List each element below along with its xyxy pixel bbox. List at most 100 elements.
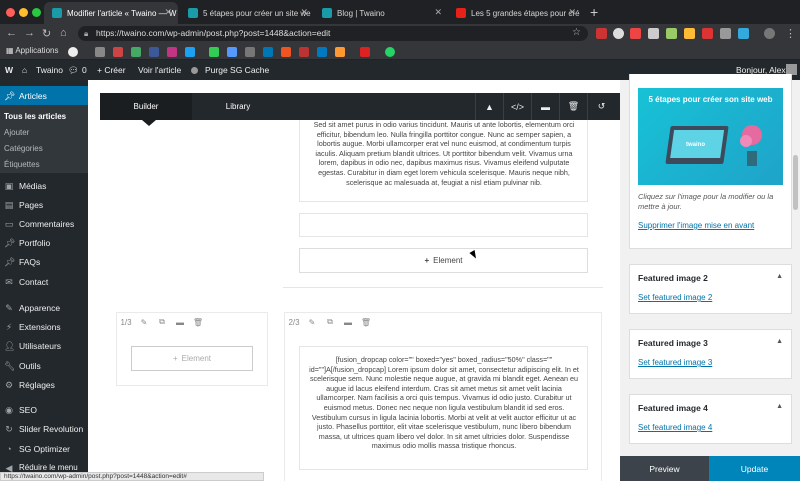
panel-title[interactable]: Featured image 4 [638, 403, 708, 413]
wordpress-logo-icon[interactable]: W [5, 65, 13, 75]
collapse-arrow-icon[interactable]: ▲ [776, 403, 783, 410]
update-button[interactable]: Update [709, 456, 800, 481]
clone-column-icon[interactable]: ⧉ [321, 317, 339, 327]
submenu-tags[interactable]: Étiquettes [4, 160, 40, 169]
trash-icon[interactable]: 🗑︎ [559, 93, 587, 120]
close-tab-icon[interactable]: ✕ [300, 7, 308, 18]
menu-contact[interactable]: ✉ Contact [0, 272, 88, 291]
submenu-all-posts[interactable]: Tous les articles [4, 112, 66, 121]
bookmark-icon[interactable] [245, 47, 255, 57]
bookmark-star-icon[interactable]: ☆ [572, 27, 581, 38]
menu-settings[interactable]: ⚙ Réglages [0, 375, 88, 394]
set-featured-image-3-link[interactable]: Set featured image 3 [638, 358, 712, 367]
panel-title[interactable]: Featured image 3 [638, 338, 708, 348]
clone-column-icon[interactable]: ⧉ [153, 317, 171, 327]
text-element-box[interactable]: Sed sit amet purus in odio varius tincid… [299, 120, 588, 202]
extension-icon[interactable] [702, 28, 713, 39]
home-icon[interactable]: ⌂ [60, 27, 67, 39]
menu-users[interactable]: 👤︎ Utilisateurs [0, 336, 88, 355]
close-tab-icon[interactable]: ✕ [434, 7, 442, 18]
minimize-window-icon[interactable] [19, 8, 28, 17]
menu-seo[interactable]: ◉ SEO [0, 400, 88, 419]
save-column-icon[interactable]: ▬ [171, 318, 189, 327]
page-scrollbar[interactable] [793, 155, 798, 210]
menu-articles[interactable]: 📌︎ Articles [0, 86, 88, 105]
url-bar[interactable]: 🔒︎ https://twaino.com/wp-admin/post.php?… [78, 26, 588, 41]
collapse-up-icon[interactable]: ▲ [475, 93, 503, 120]
remove-featured-image-link[interactable]: Supprimer l'image mise en avant [638, 221, 754, 230]
column-size-label[interactable]: 1/3 [117, 318, 135, 327]
back-icon[interactable]: ← [6, 27, 17, 39]
menu-pages[interactable]: ▤ Pages [0, 195, 88, 214]
empty-element-box[interactable] [299, 213, 588, 237]
bookmark-icon[interactable] [299, 47, 309, 57]
bookmark-icon[interactable] [227, 47, 237, 57]
instagram-bookmark-icon[interactable] [167, 47, 177, 57]
trello-bookmark-icon[interactable] [317, 47, 327, 57]
twitter-bookmark-icon[interactable] [185, 47, 195, 57]
whatsapp-bookmark-icon[interactable] [385, 47, 395, 57]
menu-comments[interactable]: ▭ Commentaires [0, 214, 88, 233]
dropcap-text-element[interactable]: [fusion_dropcap color="" boxed="yes" box… [299, 346, 588, 470]
menu-appearance[interactable]: ✎ Apparence [0, 298, 88, 317]
menu-kebab-icon[interactable]: ⋮ [785, 27, 796, 40]
browser-tab-4[interactable]: Les 5 grandes étapes pour cré ✕ [448, 2, 582, 24]
bookmark-icon[interactable] [335, 47, 345, 57]
history-icon[interactable]: ↺ [587, 93, 615, 120]
extension-icon[interactable] [738, 28, 749, 39]
tab-library[interactable]: Library [192, 93, 284, 120]
extension-icon[interactable] [613, 28, 624, 39]
reload-icon[interactable]: ↻ [42, 27, 51, 40]
linkedin-bookmark-icon[interactable] [263, 47, 273, 57]
new-tab-button[interactable]: + [590, 4, 598, 20]
menu-plugins[interactable]: ⚡ Extensions [0, 317, 88, 336]
set-featured-image-2-link[interactable]: Set featured image 2 [638, 293, 712, 302]
set-featured-image-4-link[interactable]: Set featured image 4 [638, 423, 712, 432]
bookmark-icon[interactable] [281, 47, 291, 57]
close-tab-icon[interactable]: ✕ [164, 7, 172, 18]
extension-icon[interactable] [684, 28, 695, 39]
submenu-add[interactable]: Ajouter [4, 128, 29, 137]
collapse-arrow-icon[interactable]: ▲ [776, 338, 783, 345]
browser-tab-1[interactable]: Modifier l'article « Twaino — W ✕ [44, 2, 178, 24]
edit-column-icon[interactable]: ✎ [303, 318, 321, 327]
forward-icon[interactable]: → [24, 27, 35, 39]
browser-tab-3[interactable]: Blog | Twaino ✕ [314, 2, 448, 24]
featured-image-thumbnail[interactable]: 5 étapes pour créer son site web twaino [638, 88, 783, 185]
collapse-arrow-icon[interactable]: ▲ [776, 273, 783, 280]
preview-button[interactable]: Preview [620, 456, 709, 481]
browser-tab-2[interactable]: 5 étapes pour créer un site we ✕ [180, 2, 314, 24]
menu-slider-revolution[interactable]: ↻ Slider Revolution [0, 419, 88, 438]
menu-media[interactable]: ▣ Médias [0, 176, 88, 195]
comments-count[interactable]: 0 [82, 65, 87, 75]
delete-column-icon[interactable]: 🗑︎ [189, 318, 207, 327]
add-element-button-col1[interactable]: + Element [131, 346, 253, 371]
save-template-icon[interactable]: ▬ [531, 93, 559, 120]
purge-cache-link[interactable]: Purge SG Cache [205, 65, 269, 75]
submenu-categories[interactable]: Catégories [4, 144, 43, 153]
code-icon[interactable]: </> [503, 93, 531, 120]
view-post-link[interactable]: Voir l'article [138, 65, 181, 75]
close-window-icon[interactable] [6, 8, 15, 17]
new-content-link[interactable]: + Créer [97, 65, 126, 75]
bookmark-icon[interactable] [95, 47, 105, 57]
delete-column-icon[interactable]: 🗑︎ [357, 318, 375, 327]
apps-bookmark[interactable]: ▦ Applications [6, 46, 58, 55]
menu-sg-optimizer[interactable]: ◔ SG Optimizer [0, 439, 88, 458]
menu-tools[interactable]: 🔧︎ Outils [0, 356, 88, 375]
site-name-link[interactable]: Twaino [36, 65, 63, 75]
close-tab-icon[interactable]: ✕ [568, 7, 576, 18]
home-icon[interactable]: ⌂ [22, 65, 27, 75]
bookmark-icon[interactable] [113, 47, 123, 57]
bookmark-icon[interactable] [209, 47, 219, 57]
edit-column-icon[interactable]: ✎ [135, 318, 153, 327]
add-element-button[interactable]: + Element [299, 248, 588, 273]
column-size-label[interactable]: 2/3 [285, 318, 303, 327]
menu-faqs[interactable]: 📌︎ FAQs [0, 252, 88, 271]
save-column-icon[interactable]: ▬ [339, 318, 357, 327]
comment-icon[interactable]: 💬︎ [68, 65, 79, 76]
tab-builder[interactable]: Builder [100, 93, 192, 120]
extension-icon[interactable] [596, 28, 607, 39]
maximize-window-icon[interactable] [32, 8, 41, 17]
bookmark-icon[interactable] [360, 47, 370, 57]
